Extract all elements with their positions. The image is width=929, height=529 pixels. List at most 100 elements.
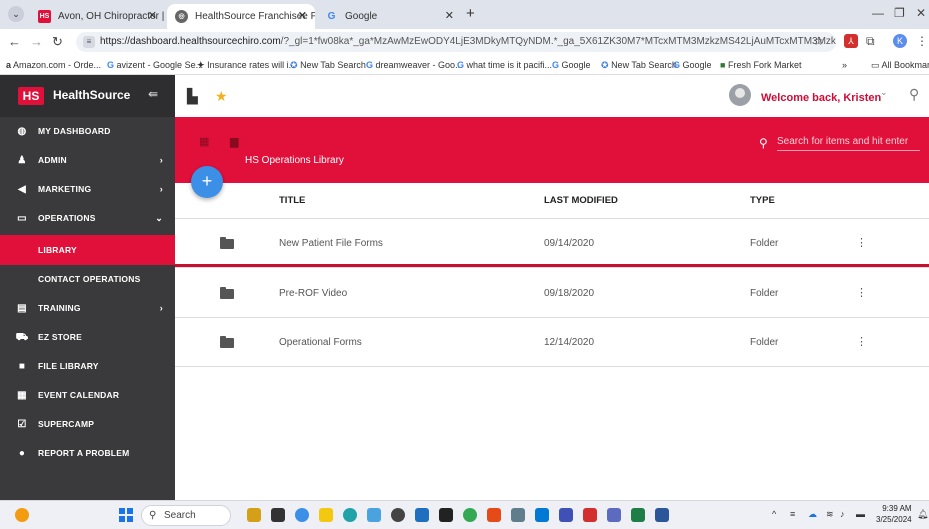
back-icon[interactable]: ← [8, 34, 21, 49]
checkbox-icon: ☑ [17, 419, 27, 430]
healthsource-logo[interactable]: HS [18, 87, 44, 105]
sidebar-item-contact-operations[interactable]: CONTACT OPERATIONS [0, 265, 175, 294]
folder-app-icon[interactable] [319, 508, 333, 522]
star-icon[interactable]: ★ [215, 88, 228, 105]
table-row[interactable]: Pre-ROF Video 09/18/2020 Folder ⋮ [175, 269, 929, 318]
table-row[interactable]: Operational Forms 12/14/2020 Folder ⋮ [175, 318, 929, 367]
browser-tab-avon[interactable]: HS Avon, OH Chiropractor | Health ✕ [30, 4, 165, 29]
browser-menu-icon[interactable]: ⋮ [916, 34, 928, 48]
sidebar-item-operations[interactable]: ▭ OPERATIONS ⌄ [0, 204, 175, 233]
row-title[interactable]: Operational Forms [279, 318, 362, 367]
browser-tab-google[interactable]: G Google ✕ [317, 4, 462, 29]
bookmark-item[interactable]: G Google [552, 55, 591, 75]
more-bookmarks-icon[interactable]: » [842, 55, 847, 75]
bookmark-item[interactable]: ■ Fresh Fork Market [720, 55, 801, 75]
clock[interactable]: 9:39 AM 3/25/2024 [876, 503, 912, 525]
close-window-icon[interactable]: ✕ [916, 6, 926, 20]
file-explorer-icon[interactable] [247, 508, 261, 522]
app-icon[interactable] [559, 508, 573, 522]
more-options-icon[interactable]: ⋮ [856, 318, 867, 367]
pdf-extension-icon[interactable]: ⅄ [844, 34, 858, 48]
windows-taskbar: ⚲ Search ^ ≡ ☁ ≋ ♪ ▬ 9:39 AM 3/25/2024 🔔︎ [0, 500, 929, 529]
sidebar-item-admin[interactable]: ♟ ADMIN › [0, 146, 175, 175]
app-icon[interactable] [511, 508, 525, 522]
bookmark-item[interactable]: G Google [673, 55, 712, 75]
task-view-icon[interactable] [271, 508, 285, 522]
chat-icon[interactable] [295, 508, 309, 522]
chevron-up-icon[interactable]: ^ [772, 509, 776, 519]
sidebar-item-ez-store[interactable]: ⛟ EZ STORE [0, 323, 175, 352]
bookmark-item[interactable]: G dreamweaver - Goo... [366, 55, 463, 75]
excel-icon[interactable] [631, 508, 645, 522]
profile-avatar-icon[interactable]: K [893, 34, 907, 48]
dell-icon[interactable] [391, 508, 405, 522]
chrome-icon[interactable] [463, 508, 477, 522]
sidebar-item-file-library[interactable]: ■ FILE LIBRARY [0, 352, 175, 381]
acrobat-icon[interactable] [583, 508, 597, 522]
sidebar-item-my-dashboard[interactable]: ◍ MY DASHBOARD [0, 117, 175, 146]
search-icon[interactable]: ⚲ [909, 86, 919, 103]
volume-icon[interactable]: ♪ [840, 509, 845, 519]
grid-view-icon[interactable]: ▦ [199, 135, 209, 148]
close-tab-icon[interactable]: ✕ [148, 4, 157, 29]
sidebar-item-event-calendar[interactable]: ▦ EVENT CALENDAR [0, 381, 175, 410]
sidebar-item-marketing[interactable]: ◀ MARKETING › [0, 175, 175, 204]
notification-icon[interactable]: 🔔︎ [917, 509, 928, 520]
sidebar-item-library[interactable]: LIBRARY [0, 235, 175, 265]
battery-icon[interactable]: ▬ [856, 509, 865, 519]
teams-icon[interactable] [607, 508, 621, 522]
restore-icon[interactable]: ❐ [894, 6, 905, 20]
word-icon[interactable] [655, 508, 669, 522]
bookmark-item[interactable]: ✪ New Tab Search [601, 55, 677, 75]
edge-icon[interactable] [343, 508, 357, 522]
more-options-icon[interactable]: ⋮ [856, 219, 867, 268]
reload-icon[interactable]: ↻ [52, 34, 63, 50]
minimize-icon[interactable]: — [872, 6, 884, 20]
collapse-sidebar-icon[interactable]: ⇚ [148, 87, 158, 101]
tab-search-button[interactable]: ⌄ [8, 6, 24, 22]
more-options-icon[interactable]: ⋮ [856, 269, 867, 318]
sidebar-item-training[interactable]: ▤ TRAINING › [0, 294, 175, 323]
avatar[interactable] [729, 84, 751, 106]
bookmark-star-icon[interactable]: ☆ [813, 34, 824, 48]
sidebar-item-report-a-problem[interactable]: ● REPORT A PROBLEM [0, 439, 175, 468]
taskbar-search[interactable]: ⚲ Search [141, 505, 231, 526]
outlook-icon[interactable] [535, 508, 549, 522]
weather-icon[interactable] [15, 508, 29, 522]
welcome-message[interactable]: Welcome back, Kristen [761, 92, 881, 104]
onedrive-icon[interactable]: ☁ [808, 509, 817, 520]
add-folder-icon[interactable]: ▆ [230, 135, 238, 148]
office-icon[interactable] [487, 508, 501, 522]
browser-tab-portal[interactable]: ◎ HealthSource Franchisee Portal ✕ [167, 4, 315, 29]
wifi-icon[interactable]: ≋ [826, 509, 834, 520]
bookmark-item[interactable]: ✪ New Tab Search [290, 55, 366, 75]
app-icon[interactable] [367, 508, 381, 522]
close-tab-icon[interactable]: ✕ [298, 4, 307, 29]
bookmark-item[interactable]: G avizent - Google Se... [107, 55, 203, 75]
bookmark-item[interactable]: G what time is it pacifi... [457, 55, 552, 75]
extensions-icon[interactable]: ⧉ [866, 34, 875, 49]
all-bookmarks-button[interactable]: ▭ All Bookmarks [871, 55, 929, 75]
document-icon[interactable]: ▙ [187, 88, 198, 105]
tray-app-icon[interactable]: ≡ [790, 509, 795, 519]
new-tab-button[interactable]: + [466, 5, 475, 22]
breadcrumb[interactable]: HS Operations Library [245, 155, 344, 166]
amazon-icon[interactable] [439, 508, 453, 522]
library-search-input[interactable] [777, 133, 920, 151]
forward-icon[interactable]: → [30, 34, 43, 49]
column-header-type[interactable]: TYPE [750, 183, 775, 219]
store-icon[interactable] [415, 508, 429, 522]
bookmark-item[interactable]: a Amazon.com - Orde... [6, 55, 101, 75]
column-header-last-modified[interactable]: LAST MODIFIED [544, 183, 618, 219]
table-row[interactable]: New Patient File Forms 09/14/2020 Folder… [175, 219, 929, 268]
url-field[interactable]: ≡ https://dashboard.healthsourcechiro.co… [76, 32, 836, 52]
column-header-title[interactable]: TITLE [279, 183, 305, 219]
site-info-icon[interactable]: ≡ [83, 36, 95, 48]
row-title[interactable]: Pre-ROF Video [279, 269, 347, 318]
start-button[interactable] [119, 508, 133, 522]
close-tab-icon[interactable]: ✕ [445, 4, 454, 29]
row-title[interactable]: New Patient File Forms [279, 219, 383, 268]
sidebar-item-supercamp[interactable]: ☑ SUPERCAMP [0, 410, 175, 439]
bookmark-item[interactable]: ✦ Insurance rates will i... [197, 55, 296, 75]
chevron-down-icon[interactable]: ⌄ [880, 87, 888, 98]
